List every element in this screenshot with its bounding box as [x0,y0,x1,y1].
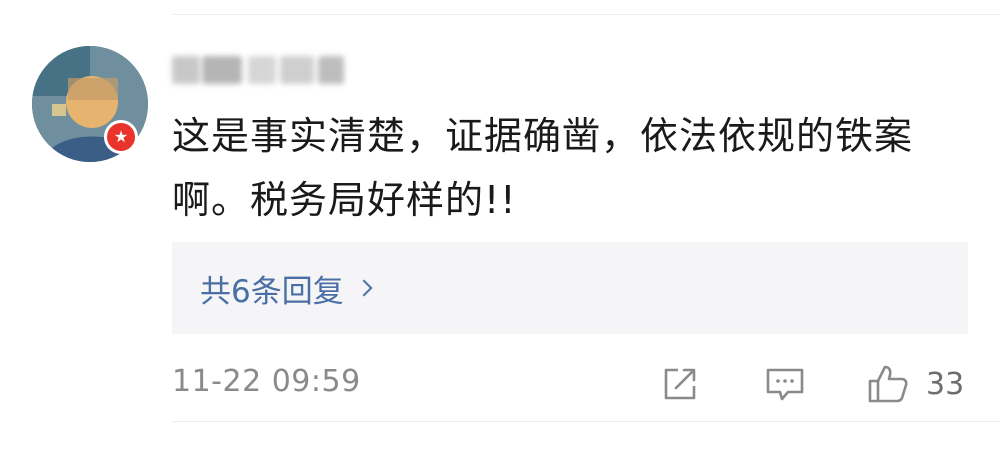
replies-label: 共6条回复 [200,273,344,310]
bottom-divider [172,421,1000,422]
username-blurred[interactable] [172,56,344,84]
comment-text: 这是事实清楚，证据确凿，依法依规的铁案啊。税务局好样的!! [172,114,914,222]
thumbs-up-icon [868,365,908,403]
share-icon [664,368,696,400]
view-replies-button[interactable]: 共6条回复 [172,242,968,334]
like-button[interactable]: 33 [866,362,964,406]
top-divider [172,14,1000,15]
verified-badge-icon: ★ [104,120,138,154]
comment-timestamp: 11-22 09:59 [172,364,361,399]
like-count: 33 [926,366,965,402]
comment-icon [766,368,804,401]
reply-button[interactable] [764,362,806,406]
chevron-right-icon [355,279,373,297]
share-button[interactable] [660,362,700,406]
